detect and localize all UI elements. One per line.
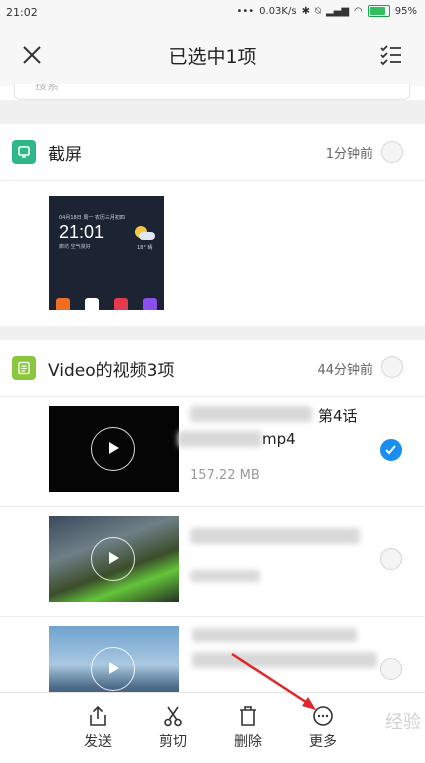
thumb-temp: 18° 晴 [137,245,153,251]
blurred-text [190,570,260,582]
signal-icon: ▂▄▆ [325,5,350,17]
check-icon [385,445,396,455]
more-label: 更多 [309,734,337,750]
group-header-videos[interactable]: Video的视频3项 44分钟前 [0,340,425,397]
scissors-icon [164,706,182,727]
blurred-text [190,528,360,544]
selection-header: 已选中1项 [0,26,425,86]
video-row[interactable] [0,506,425,617]
network-speed: 0.03K/s [259,5,297,17]
screenshot-icon [12,140,36,164]
section-divider [0,100,425,124]
bottom-toolbar: 发送 剪切 删除 更多 [0,692,425,763]
thumb-app-row [49,298,164,310]
group-header-screenshots[interactable]: 截屏 1分钟前 [0,124,425,181]
status-bar: 21:02 ••• 0.03K/s ✱ ⍉ ▂▄▆ ◠ 95% [0,0,425,26]
cut-button[interactable]: 剪切 [143,705,203,751]
play-icon [91,427,135,471]
mute-icon: ⍉ [314,5,321,17]
group-select-checkbox[interactable] [381,141,403,163]
video-thumbnail [49,516,179,602]
group-time: 44分钟前 [317,363,373,378]
play-icon [91,647,135,691]
cloud-icon [139,232,155,240]
blurred-text [178,431,262,447]
group-title: 截屏 [48,145,82,165]
video-extension: mp4 [262,430,296,448]
item-checkbox-checked[interactable] [380,439,402,461]
group-time: 1分钟前 [325,147,373,162]
blurred-text [192,628,357,642]
select-all-icon[interactable] [379,43,403,67]
battery-percent: 95% [394,5,417,17]
video-name-suffix: 第4话 [318,407,358,425]
bluetooth-icon: ✱ [301,5,310,17]
status-time: 21:02 [6,6,38,19]
delete-label: 删除 [234,734,262,750]
search-placeholder: 搜索 [35,84,60,92]
share-icon [90,705,106,726]
status-indicators: ••• 0.03K/s ✱ ⍉ ▂▄▆ ◠ 95% [236,5,417,17]
thumb-date: 04月18日 周一 农历三月初四 [59,215,125,221]
section-divider [0,326,425,340]
item-checkbox[interactable] [380,658,402,680]
annotation-arrow [231,652,316,710]
send-label: 发送 [84,734,112,750]
blurred-text [190,406,312,422]
cut-label: 剪切 [159,734,187,750]
send-button[interactable]: 发送 [68,705,128,751]
video-size: 157.22 MB [190,468,260,483]
thumb-clock: 21:01 [59,222,105,242]
play-icon [91,537,135,581]
video-row[interactable]: 第4话 mp4 157.22 MB [0,396,425,507]
status-dots: ••• [236,5,255,17]
search-input[interactable]: 搜索 [14,84,410,100]
group-select-checkbox[interactable] [381,356,403,378]
wifi-icon: ◠ [354,5,363,17]
screenshot-thumbnail[interactable]: 04月18日 周一 农历三月初四 21:01 廊坊 空气良好 18° 晴 [49,196,164,310]
page-title: 已选中1项 [168,46,257,68]
item-checkbox[interactable] [380,548,402,570]
group-title: Video的视频3项 [48,361,175,381]
thumb-subtext: 廊坊 空气良好 [59,244,91,250]
watermark: 经验 [385,712,421,733]
battery-icon [367,5,390,17]
document-icon [12,356,36,380]
video-thumbnail [49,406,179,492]
